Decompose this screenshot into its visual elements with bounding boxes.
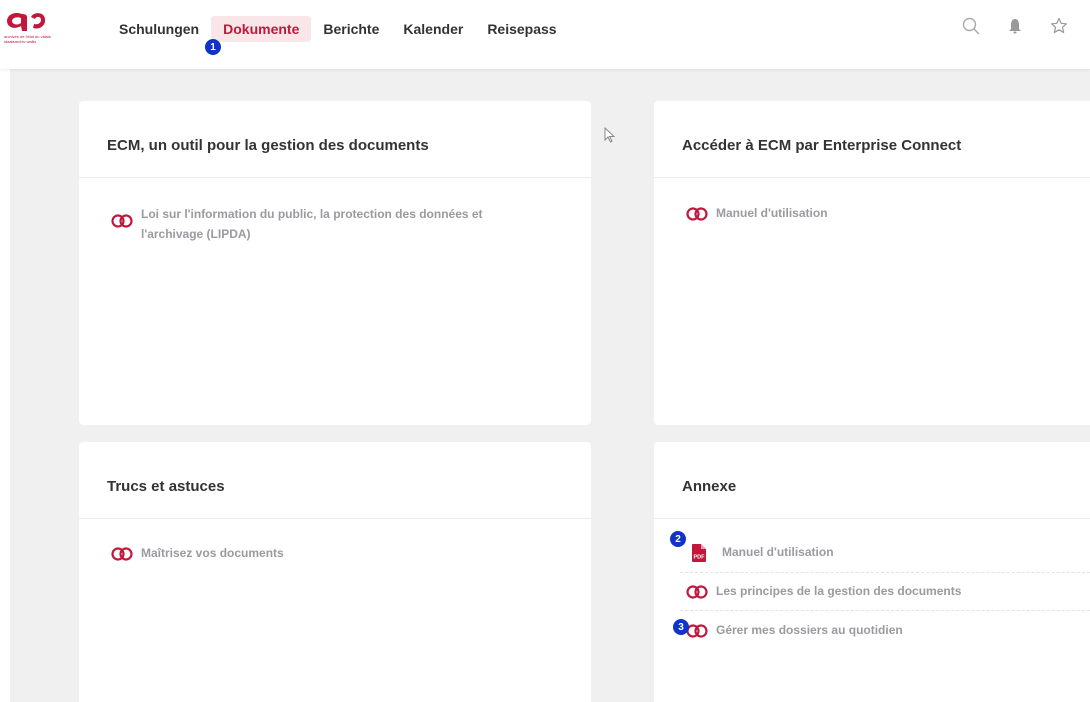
nav-berichte[interactable]: Berichte xyxy=(311,16,391,42)
logo-text: archives de l'état du valais staatsarchi… xyxy=(4,34,51,44)
top-bar: archives de l'état du valais staatsarchi… xyxy=(0,0,1090,69)
logo-text-line2: staatsarchiv wallis xyxy=(4,39,37,44)
link-label-line2: l'archivage (LIPDA) xyxy=(141,227,251,241)
star-icon[interactable] xyxy=(1048,15,1070,37)
card-annexe: Annexe PDF Manuel d'utilisation Les prin… xyxy=(654,442,1090,702)
link-label[interactable]: Manuel d'utilisation xyxy=(722,542,834,562)
divider xyxy=(654,177,1090,178)
top-icons xyxy=(960,15,1070,37)
annotation-badge-2: 2 xyxy=(670,531,686,547)
annotation-badge-1: 1 xyxy=(205,39,221,55)
divider xyxy=(654,518,1090,519)
pdf-icon: PDF xyxy=(692,544,706,562)
card-title: Accéder à ECM par Enterprise Connect xyxy=(682,137,962,154)
pdf-icon-label: PDF xyxy=(694,555,706,561)
link-item[interactable]: Gérer mes dossiers au quotidien xyxy=(686,620,903,640)
link-icon xyxy=(111,547,133,561)
logo-mark xyxy=(7,12,46,31)
card-title: Trucs et astuces xyxy=(107,478,225,495)
link-icon xyxy=(686,207,708,221)
annotation-badge-3: 3 xyxy=(673,619,689,635)
link-label[interactable]: Gérer mes dossiers au quotidien xyxy=(716,620,903,640)
link-item-pdf[interactable]: PDF Manuel d'utilisation xyxy=(692,542,834,562)
row-separator xyxy=(680,572,1090,573)
nav-dokumente[interactable]: Dokumente xyxy=(211,16,312,42)
search-icon[interactable] xyxy=(960,15,982,37)
card-trucs-astuces: Trucs et astuces Maîtrisez vos documents xyxy=(79,442,591,702)
link-label-line1: Loi sur l'information du public, la prot… xyxy=(141,207,483,221)
card-title: ECM, un outil pour la gestion des docume… xyxy=(107,137,429,154)
card-title: Annexe xyxy=(682,478,737,495)
link-icon xyxy=(111,214,133,228)
nav-schulungen[interactable]: Schulungen xyxy=(107,16,211,42)
link-label[interactable]: Manuel d'utilisation xyxy=(716,203,828,223)
link-label[interactable]: Loi sur l'information du public, la prot… xyxy=(141,204,483,244)
link-label[interactable]: Les principes de la gestion des document… xyxy=(716,581,961,601)
link-item[interactable]: Loi sur l'information du public, la prot… xyxy=(111,204,483,244)
mouse-cursor-icon xyxy=(604,126,616,148)
link-item[interactable]: Maîtrisez vos documents xyxy=(111,543,284,563)
link-icon xyxy=(686,585,708,599)
content-area: ECM, un outil pour la gestion des docume… xyxy=(10,69,1090,702)
main-nav: Schulungen Dokumente Berichte Kalender R… xyxy=(107,14,569,44)
link-item[interactable]: Les principes de la gestion des document… xyxy=(686,581,961,601)
logo[interactable]: archives de l'état du valais staatsarchi… xyxy=(4,8,84,48)
nav-reisepass[interactable]: Reisepass xyxy=(475,16,568,42)
link-icon xyxy=(686,624,708,638)
card-enterprise-connect: Accéder à ECM par Enterprise Connect Man… xyxy=(654,101,1090,425)
nav-kalender[interactable]: Kalender xyxy=(391,16,475,42)
divider xyxy=(79,177,591,178)
card-ecm: ECM, un outil pour la gestion des docume… xyxy=(79,101,591,425)
divider xyxy=(79,518,591,519)
bell-icon[interactable] xyxy=(1004,15,1026,37)
row-separator xyxy=(680,610,1090,611)
link-item[interactable]: Manuel d'utilisation xyxy=(686,203,828,223)
link-label[interactable]: Maîtrisez vos documents xyxy=(141,543,284,563)
